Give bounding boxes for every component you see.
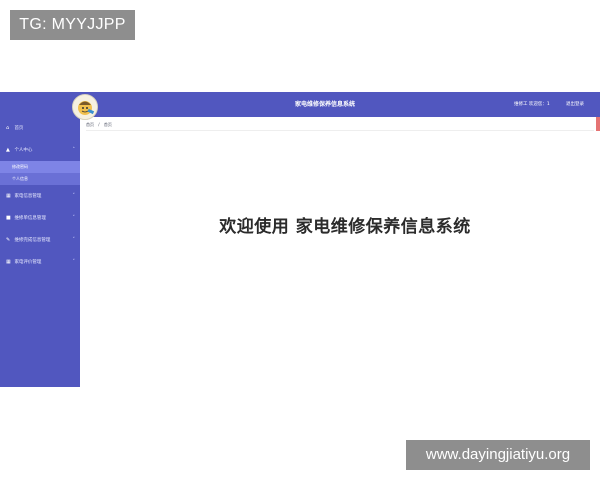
app-title: 家电维修保养信息系统 (294, 101, 355, 108)
sidebar-item-home[interactable]: ⌂ 首页 (0, 117, 80, 139)
chevron-down-icon: ˅ (72, 237, 76, 243)
edit-icon: ✎ (6, 237, 11, 243)
sidebar: ⌂ 首页 ▲ 个人中心 ˄ 修改密码 个人信息 ▦ 家电信息管理 ˅ ■ 维修单… (0, 117, 80, 387)
sidebar-item-appliance-info[interactable]: ▦ 家电信息管理 ˅ (0, 185, 80, 207)
grid-icon: ▦ (6, 193, 11, 199)
chevron-down-icon: ˅ (72, 259, 76, 265)
chevron-up-icon: ˄ (72, 147, 76, 153)
breadcrumb-separator: / (98, 122, 100, 127)
sidebar-item-repair-completed[interactable]: ✎ 维修完成信息管理 ˅ (0, 229, 80, 251)
user-icon: ▲ (6, 147, 10, 153)
chevron-down-icon: ˅ (72, 193, 76, 199)
home-icon: ⌂ (6, 125, 10, 131)
scrollbar-indicator[interactable] (596, 117, 600, 131)
breadcrumb-current: 首页 (103, 122, 112, 127)
watermark-top: TG: MYYJJPP (10, 10, 135, 40)
sidebar-subitem-change-password[interactable]: 修改密码 (0, 161, 80, 173)
sidebar-item-repair-orders[interactable]: ■ 维修单信息管理 ˅ (0, 207, 80, 229)
user-greeting: 维修工 欢迎您：1 (514, 102, 550, 107)
logout-link[interactable]: 退出登录 (566, 92, 584, 117)
watermark-bottom: www.dayingjiatiyu.org (406, 440, 590, 470)
sidebar-item-personal-center[interactable]: ▲ 个人中心 ˄ (0, 139, 80, 161)
sidebar-item-label: 维修完成信息管理 (14, 238, 51, 243)
sidebar-item-label: 维修单信息管理 (14, 216, 46, 221)
sidebar-item-appliance-reviews[interactable]: ▦ 家电评价管理 ˅ (0, 251, 80, 273)
sidebar-item-label: 个人中心 (14, 148, 33, 153)
welcome-heading: 欢迎使用 家电维修保养信息系统 (219, 217, 471, 237)
breadcrumb: 首页 / 首页 (86, 120, 594, 131)
app-window: 家电维修保养信息系统 维修工 欢迎您：1 退出登录 ⌂ 首页 ▲ 个人中心 ˄ … (0, 92, 600, 387)
cartoon-avatar-icon[interactable] (72, 94, 98, 120)
chevron-down-icon: ˅ (72, 215, 76, 221)
sidebar-item-label: 首页 (14, 126, 24, 131)
sidebar-item-label: 家电信息管理 (14, 194, 42, 199)
main-content: 首页 / 首页 欢迎使用 家电维修保养信息系统 (80, 117, 600, 387)
sidebar-item-label: 家电评价管理 (14, 260, 42, 265)
message-icon: ■ (6, 215, 11, 221)
personal-center-submenu: 修改密码 个人信息 (0, 161, 80, 185)
breadcrumb-root[interactable]: 首页 (86, 122, 94, 127)
sidebar-subitem-personal-info[interactable]: 个人信息 (0, 173, 80, 185)
top-bar: 家电维修保养信息系统 维修工 欢迎您：1 退出登录 (0, 92, 600, 120)
grid-icon: ▦ (6, 259, 11, 265)
